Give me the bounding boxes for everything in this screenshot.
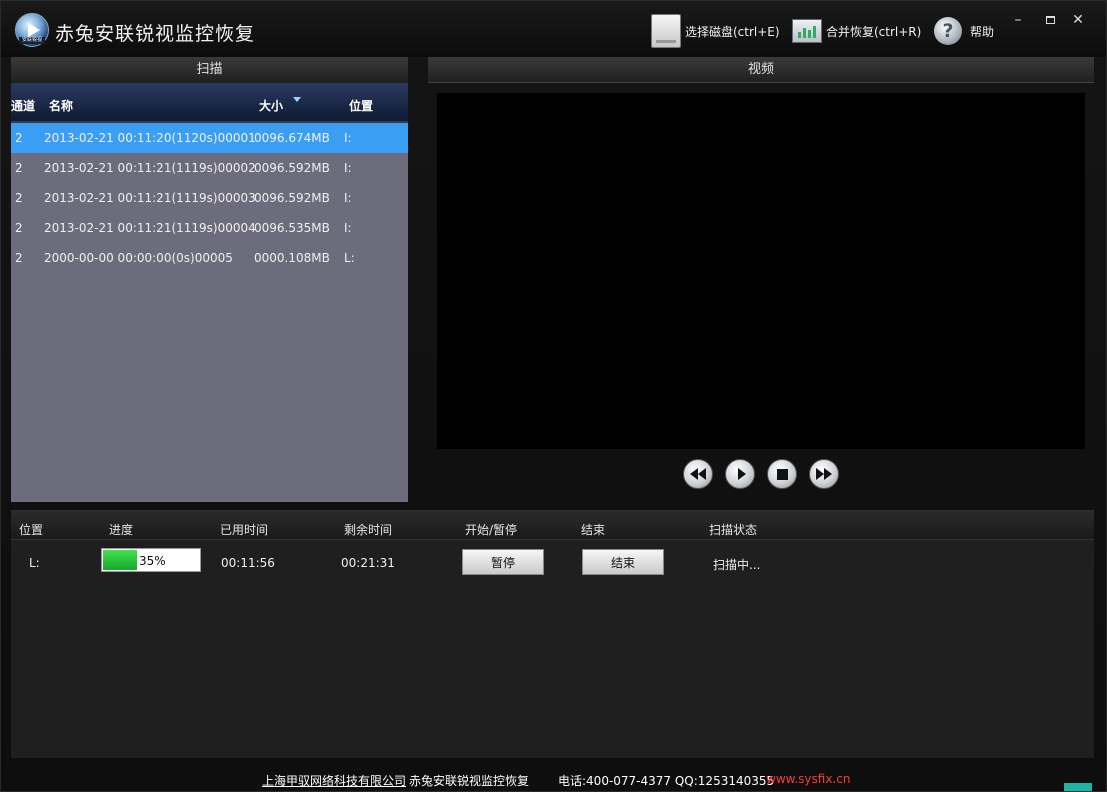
play-button[interactable] bbox=[725, 459, 755, 489]
close-button[interactable]: ✕ bbox=[1064, 9, 1092, 31]
app-logo-icon: 安联锐视 bbox=[15, 13, 49, 47]
select-disk-button[interactable]: 选择磁盘(ctrl+E) bbox=[651, 14, 780, 48]
cell-size: 0096.674MB bbox=[254, 131, 330, 145]
cell-location: L: bbox=[344, 251, 355, 265]
pause-button[interactable]: 暂停 bbox=[462, 549, 544, 575]
company-link[interactable]: 上海甲驭网络科技有限公司 bbox=[262, 772, 406, 789]
progress-label: 35% bbox=[139, 554, 166, 568]
app-window: 安联锐视 赤兔安联锐视监控恢复 选择磁盘(ctrl+E) 合并恢复(ctrl+R… bbox=[0, 0, 1107, 792]
merge-recover-label: 合并恢复(ctrl+R) bbox=[826, 24, 922, 39]
table-row[interactable]: 2 2000-00-00 00:00:00(0s)00005 0000.108M… bbox=[11, 243, 408, 273]
cell-name: 2000-00-00 00:00:00(0s)00005 bbox=[44, 251, 233, 265]
cell-location: I: bbox=[344, 221, 352, 235]
scan-results-table: 通道 名称 大小 位置 2 2013-02-21 00:11:20(1120s)… bbox=[11, 83, 408, 502]
fast-forward-button[interactable] bbox=[809, 459, 839, 489]
table-row[interactable]: 2 2013-02-21 00:11:21(1119s)00004 0096.5… bbox=[11, 213, 408, 243]
status-location: L: bbox=[29, 556, 40, 570]
title-bar: 安联锐视 赤兔安联锐视监控恢复 选择磁盘(ctrl+E) 合并恢复(ctrl+R… bbox=[1, 1, 1106, 57]
column-location[interactable]: 位置 bbox=[349, 97, 373, 114]
table-row[interactable]: 2 2013-02-21 00:11:21(1119s)00002 0096.5… bbox=[11, 153, 408, 183]
status-col-end: 结束 bbox=[581, 523, 606, 537]
video-panel-title: 视频 bbox=[428, 57, 1094, 83]
help-button[interactable]: ? 帮助 bbox=[934, 15, 994, 47]
column-name[interactable]: 名称 bbox=[49, 97, 73, 114]
merge-recover-button[interactable]: 合并恢复(ctrl+R) bbox=[792, 15, 921, 47]
select-disk-label: 选择磁盘(ctrl+E) bbox=[685, 24, 780, 39]
end-button[interactable]: 结束 bbox=[582, 549, 664, 575]
cell-size: 0096.592MB bbox=[254, 191, 330, 205]
scan-status-panel: 位置 进度 已用时间 剩余时间 开始/暂停 结束 扫描状态 L: 35% 00:… bbox=[11, 510, 1094, 758]
cell-name: 2013-02-21 00:11:21(1119s)00003 bbox=[44, 191, 256, 205]
logo-caption: 安联锐视 bbox=[19, 37, 45, 44]
rewind-button[interactable] bbox=[683, 459, 713, 489]
status-col-progress: 进度 bbox=[109, 523, 134, 537]
cell-channel: 2 bbox=[15, 221, 23, 235]
status-col-startpause: 开始/暂停 bbox=[465, 523, 518, 537]
sort-arrow-icon bbox=[293, 97, 301, 102]
minimize-button[interactable]: – bbox=[1004, 9, 1032, 31]
footer: 上海甲驭网络科技有限公司 赤兔安联锐视监控恢复 电话:400-077-4377 … bbox=[1, 763, 1106, 791]
status-col-elapsed: 已用时间 bbox=[220, 523, 269, 537]
website-link[interactable]: www.sysfix.cn bbox=[766, 772, 850, 786]
footer-product: 赤兔安联锐视监控恢复 bbox=[409, 774, 530, 788]
cell-size: 0096.592MB bbox=[254, 161, 330, 175]
status-col-location: 位置 bbox=[19, 523, 44, 537]
table-row[interactable]: 2 2013-02-21 00:11:21(1119s)00003 0096.5… bbox=[11, 183, 408, 213]
column-size[interactable]: 大小 bbox=[259, 97, 283, 114]
video-preview[interactable] bbox=[437, 93, 1085, 449]
cell-channel: 2 bbox=[15, 131, 23, 145]
stop-button[interactable] bbox=[767, 459, 797, 489]
fast-forward-icon bbox=[816, 468, 832, 480]
progress-fill bbox=[103, 550, 138, 570]
footer-contact: 电话:400-077-4377 QQ:1253140355 bbox=[558, 774, 775, 788]
play-icon bbox=[737, 468, 746, 480]
scan-table-header: 通道 名称 大小 位置 bbox=[11, 83, 408, 123]
maximize-button[interactable] bbox=[1036, 9, 1064, 31]
cell-location: I: bbox=[344, 161, 352, 175]
progress-bar: 35% bbox=[101, 548, 201, 572]
cell-channel: 2 bbox=[15, 251, 23, 265]
column-channel[interactable]: 通道 bbox=[11, 97, 35, 114]
cell-size: 0096.535MB bbox=[254, 221, 330, 235]
window-title: 赤兔安联锐视监控恢复 bbox=[55, 23, 256, 45]
disk-icon bbox=[651, 14, 681, 48]
cell-location: I: bbox=[344, 131, 352, 145]
help-label: 帮助 bbox=[970, 24, 995, 39]
status-col-state: 扫描状态 bbox=[709, 523, 758, 537]
cell-channel: 2 bbox=[15, 161, 23, 175]
remaining-time: 00:21:31 bbox=[341, 556, 395, 570]
status-col-remaining: 剩余时间 bbox=[344, 523, 393, 537]
table-row[interactable]: 2 2013-02-21 00:11:20(1120s)00001 0096.6… bbox=[11, 123, 408, 153]
cell-name: 2013-02-21 00:11:21(1119s)00004 bbox=[44, 221, 256, 235]
cell-name: 2013-02-21 00:11:20(1120s)00001 bbox=[44, 131, 256, 145]
scan-panel-title: 扫描 bbox=[11, 57, 408, 83]
footer-accent bbox=[1064, 783, 1092, 791]
maximize-icon bbox=[1045, 16, 1055, 24]
status-row: L: 35% 00:11:56 00:21:31 暂停 结束 扫描中... bbox=[11, 540, 1094, 580]
status-header: 位置 进度 已用时间 剩余时间 开始/暂停 结束 扫描状态 bbox=[11, 510, 1094, 540]
scan-state: 扫描中... bbox=[713, 558, 761, 572]
cell-location: I: bbox=[344, 191, 352, 205]
rewind-icon bbox=[690, 468, 706, 480]
cell-name: 2013-02-21 00:11:21(1119s)00002 bbox=[44, 161, 256, 175]
help-icon: ? bbox=[934, 17, 962, 45]
cell-size: 0000.108MB bbox=[254, 251, 330, 265]
scan-rows: 2 2013-02-21 00:11:20(1120s)00001 0096.6… bbox=[11, 123, 408, 273]
stop-icon bbox=[776, 468, 788, 480]
merge-icon bbox=[792, 19, 822, 43]
elapsed-time: 00:11:56 bbox=[221, 556, 275, 570]
cell-channel: 2 bbox=[15, 191, 23, 205]
